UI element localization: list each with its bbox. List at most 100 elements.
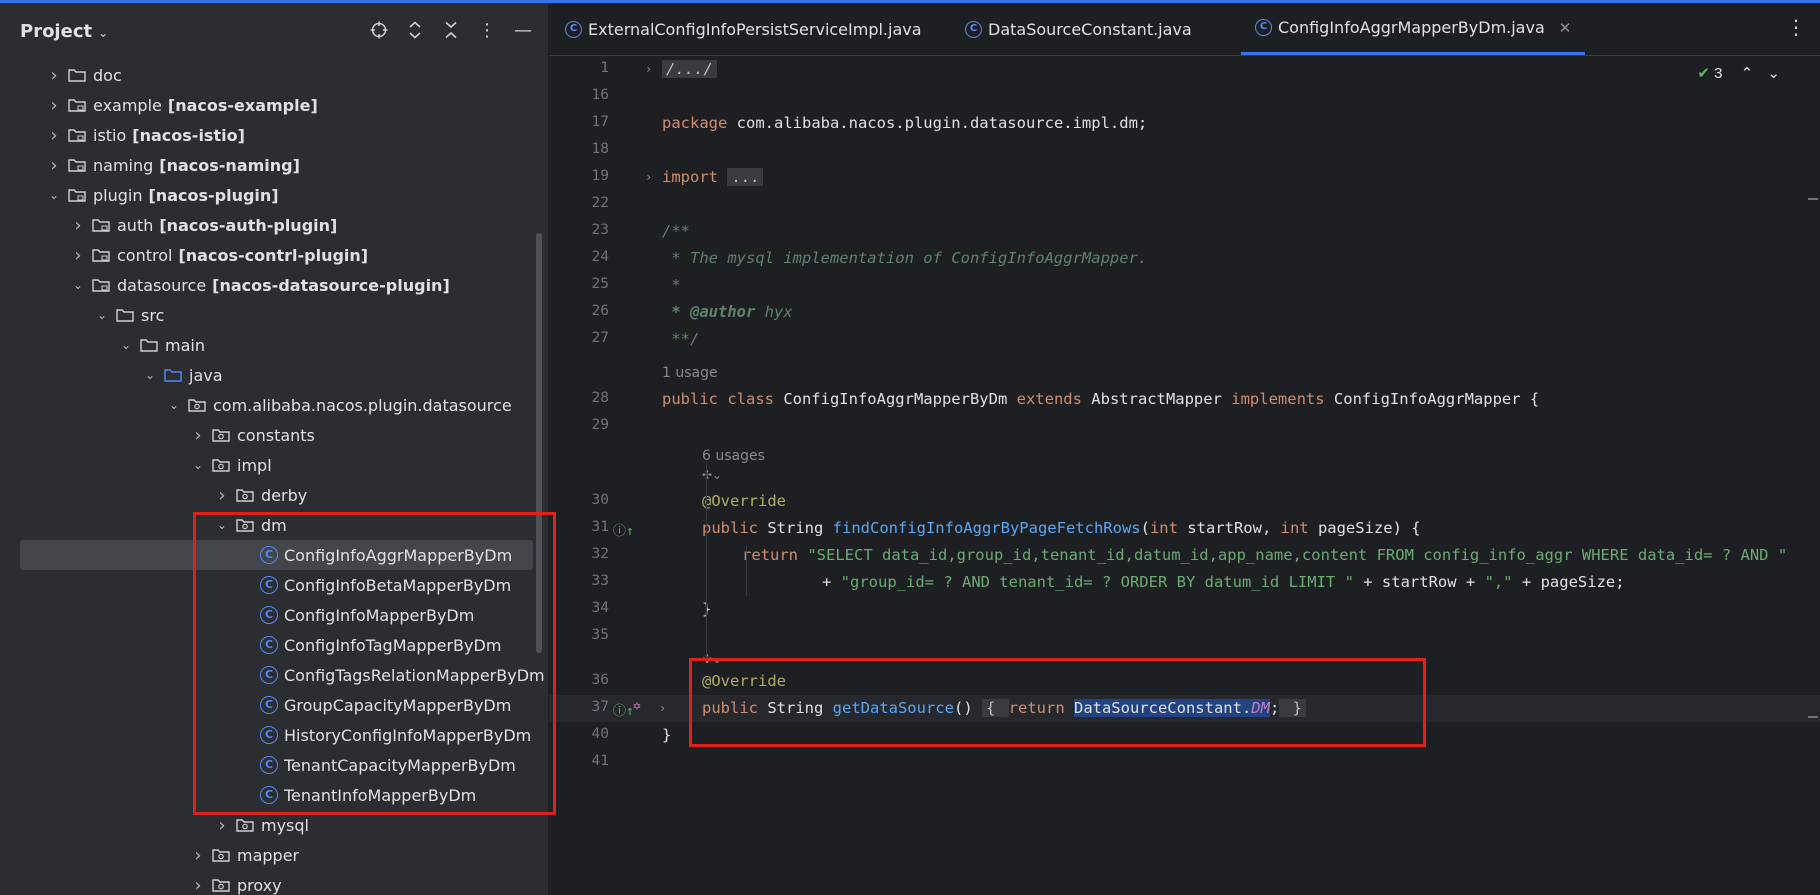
tab-external-config[interactable]: C ExternalConfigInfoPersistServiceImpl.j… xyxy=(565,3,922,55)
chevron-down-icon[interactable]: ⌄ xyxy=(166,398,182,412)
package-icon xyxy=(212,458,230,472)
tree-item-example[interactable]: › example [nacos-example] xyxy=(0,90,548,120)
chevron-down-icon[interactable]: ⌄ xyxy=(70,278,86,292)
minimize-icon[interactable]: — xyxy=(512,17,534,43)
plugin-gutter-icon[interactable]: ✡ xyxy=(633,699,641,714)
locate-file-icon[interactable] xyxy=(368,17,390,43)
code-line: 29 xyxy=(591,417,609,433)
tab-label: ConfigInfoAggrMapperByDm.java xyxy=(1278,18,1545,37)
error-stripe-marker[interactable] xyxy=(1808,716,1818,718)
source-folder-icon xyxy=(164,368,182,382)
tree-item-label: naming xyxy=(93,155,154,175)
module-name: [nacos-example] xyxy=(167,95,318,115)
tree-item-auth[interactable]: › auth [nacos-auth-plugin] xyxy=(0,210,548,240)
tab-datasource-constant[interactable]: C DataSourceConstant.java xyxy=(965,3,1192,55)
error-stripe-marker[interactable] xyxy=(1808,198,1818,200)
implements-gutter-icon[interactable]: ⓘ↑ xyxy=(613,520,634,539)
module-name: [nacos-contrl-plugin] xyxy=(178,245,369,265)
tree-item-label: derby xyxy=(261,485,308,505)
collapse-all-icon[interactable] xyxy=(440,17,462,43)
folder-icon xyxy=(68,68,86,82)
tree-item-label: constants xyxy=(237,425,315,445)
tree-item-label: datasource xyxy=(117,275,207,295)
expand-fold-icon[interactable]: › xyxy=(659,701,666,715)
tree-item-label: main xyxy=(165,335,205,355)
tree-item-impl[interactable]: ⌄ impl xyxy=(0,450,548,480)
indent-guide xyxy=(746,546,747,596)
tree-item-mapper[interactable]: › mapper xyxy=(0,840,548,870)
code-line: 31 ⓘ↑ public String findConfigInfoAggrByPa… xyxy=(591,519,1421,539)
usage-hint[interactable]: 1 usage xyxy=(662,365,718,381)
expand-fold-icon[interactable]: › xyxy=(645,62,652,76)
module-name: [nacos-naming] xyxy=(159,155,300,175)
chevron-down-icon[interactable]: ⌄ xyxy=(190,458,206,472)
code-line: 19 › import ... xyxy=(549,164,1820,191)
tab-label: DataSourceConstant.java xyxy=(988,19,1192,39)
tree-item-label: plugin xyxy=(93,185,143,205)
code-line: 33 + "group_id= ? AND tenant_id= ? ORDER … xyxy=(591,573,1625,591)
usage-hint[interactable]: 6 usages xyxy=(702,448,765,464)
package-icon xyxy=(236,488,254,502)
module-folder-icon xyxy=(92,218,110,232)
tree-item-label: proxy xyxy=(237,875,282,895)
chevron-down-icon[interactable]: ⌄ xyxy=(142,368,158,382)
tree-item-derby[interactable]: › derby xyxy=(0,480,548,510)
tree-item-naming[interactable]: › naming [nacos-naming] xyxy=(0,150,548,180)
tree-item-datasource[interactable]: ⌄ datasource [nacos-datasource-plugin] xyxy=(0,270,548,300)
close-icon[interactable]: ✕ xyxy=(1559,19,1572,37)
package-icon xyxy=(236,818,254,832)
code-line: 35 xyxy=(591,627,609,643)
chevron-right-icon[interactable]: › xyxy=(70,245,86,266)
tree-item-istio[interactable]: › istio [nacos-istio] xyxy=(0,120,548,150)
chevron-right-icon[interactable]: › xyxy=(190,875,206,895)
more-tabs-icon[interactable]: ⋮ xyxy=(1786,15,1806,39)
project-title: Project xyxy=(20,21,93,42)
chevron-right-icon[interactable]: › xyxy=(46,155,62,176)
highlight-box-getdatasource xyxy=(689,658,1426,747)
expand-all-icon[interactable] xyxy=(404,17,426,43)
chevron-right-icon[interactable]: › xyxy=(214,815,230,836)
chevron-right-icon[interactable]: › xyxy=(46,125,62,146)
package-icon xyxy=(212,848,230,862)
options-icon[interactable]: ⋮ xyxy=(476,17,498,43)
tree-item-java[interactable]: ⌄ java xyxy=(0,360,548,390)
editor-tabs: C ExternalConfigInfoPersistServiceImpl.j… xyxy=(549,3,1820,56)
tree-item-proxy[interactable]: › proxy xyxy=(0,870,548,895)
chevron-right-icon[interactable]: › xyxy=(46,95,62,116)
tree-item-control[interactable]: › control [nacos-contrl-plugin] xyxy=(0,240,548,270)
tree-item-main[interactable]: ⌄ main xyxy=(0,330,548,360)
code-editor[interactable]: ✔ 3 ⌃ ⌄ 1 ›/.../ 16 17 package com.alibaba… xyxy=(549,56,1820,895)
module-name: [nacos-istio] xyxy=(132,125,245,145)
code-line: 41 xyxy=(591,753,609,769)
chevron-right-icon[interactable]: › xyxy=(214,485,230,506)
expand-fold-icon[interactable]: › xyxy=(645,170,652,184)
tree-item-plugin[interactable]: ⌄ plugin [nacos-plugin] xyxy=(0,180,548,210)
tree-item-com-alibaba-nacos-plugin-datasource[interactable]: ⌄ com.alibaba.nacos.plugin.datasource xyxy=(0,390,548,420)
chevron-down-icon[interactable]: ⌄ xyxy=(118,338,134,352)
class-icon: C xyxy=(965,20,982,38)
tree-item-label: doc xyxy=(93,65,122,85)
module-folder-icon xyxy=(68,188,86,202)
code-line: 26 * @author hyx xyxy=(591,303,793,321)
chevron-down-icon[interactable]: ⌄ xyxy=(94,308,110,322)
code-line: 16 xyxy=(591,87,609,103)
code-line: 28 public class ConfigInfoAggrMapperByDm … xyxy=(591,390,1540,408)
implements-gutter-icon[interactable]: ⓘ↑ xyxy=(613,700,634,719)
code-line: 17 package com.alibaba.nacos.plugin.datas… xyxy=(591,114,1148,132)
module-folder-icon xyxy=(68,98,86,112)
tree-item-src[interactable]: ⌄ src xyxy=(0,300,548,330)
tab-config-info-aggr[interactable]: C ConfigInfoAggrMapperByDm.java ✕ xyxy=(1241,3,1586,55)
chevron-right-icon[interactable]: › xyxy=(46,65,62,86)
chevron-right-icon[interactable]: › xyxy=(190,425,206,446)
project-view-selector[interactable]: Project ⌄ xyxy=(20,21,108,42)
code-line: 32 return "SELECT data_id,group_id,tenant… xyxy=(591,546,1788,564)
chevron-down-icon: ⌄ xyxy=(98,26,109,40)
module-folder-icon xyxy=(68,128,86,142)
tree-item-constants[interactable]: › constants xyxy=(0,420,548,450)
folder-icon xyxy=(116,308,134,322)
chevron-down-icon[interactable]: ⌄ xyxy=(46,188,62,202)
code-line: 23/** xyxy=(591,222,690,240)
tree-item-doc[interactable]: › doc xyxy=(0,60,548,90)
chevron-right-icon[interactable]: › xyxy=(70,215,86,236)
chevron-right-icon[interactable]: › xyxy=(190,845,206,866)
